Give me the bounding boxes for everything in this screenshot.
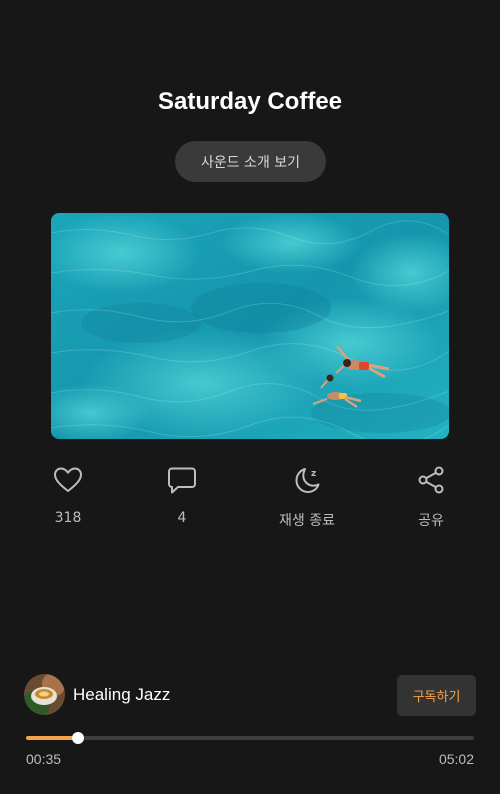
comment-icon bbox=[168, 467, 196, 494]
progress-slider[interactable] bbox=[26, 732, 474, 744]
action-bar: 318 4 z 재생 종료 공유 bbox=[0, 464, 500, 534]
subscribe-button[interactable]: 구독하기 bbox=[397, 675, 476, 716]
share-button[interactable]: 공유 bbox=[386, 464, 476, 530]
sound-intro-button[interactable]: 사운드 소개 보기 bbox=[175, 141, 326, 182]
sleep-timer-button[interactable]: z 재생 종료 bbox=[262, 464, 352, 530]
share-label: 공유 bbox=[418, 513, 444, 529]
comment-count: 4 bbox=[177, 510, 187, 526]
sleep-timer-label: 재생 종료 bbox=[279, 513, 335, 529]
comment-button[interactable]: 4 bbox=[137, 464, 227, 526]
total-time: 05:02 bbox=[438, 751, 474, 767]
cover-image bbox=[51, 213, 449, 439]
like-button[interactable]: 318 bbox=[23, 464, 113, 526]
channel-name[interactable]: Healing Jazz bbox=[73, 685, 170, 705]
like-count: 318 bbox=[54, 510, 82, 526]
svg-text:z: z bbox=[311, 469, 316, 479]
heart-icon bbox=[54, 467, 82, 492]
track-title: Saturday Coffee bbox=[157, 88, 343, 115]
channel-avatar[interactable] bbox=[24, 674, 65, 715]
channel-row: Healing Jazz 구독하기 bbox=[24, 674, 476, 718]
progress-thumb[interactable] bbox=[71, 732, 84, 744]
share-icon bbox=[418, 466, 444, 494]
sleep-timer-icon: z bbox=[295, 468, 320, 493]
progress-track bbox=[26, 736, 474, 740]
current-time: 00:35 bbox=[26, 751, 62, 767]
progress-fill bbox=[26, 736, 78, 740]
